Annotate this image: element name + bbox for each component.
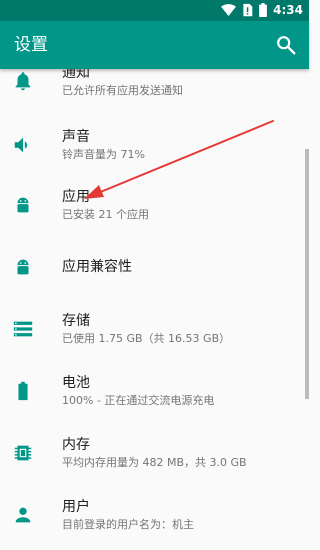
settings-item-title: 用户 bbox=[62, 499, 90, 515]
settings-item-battery[interactable]: 电池 100% - 正在通过交流电源充电 bbox=[0, 361, 309, 421]
settings-item-sound[interactable]: 声音 铃声音量为 71% bbox=[0, 115, 309, 175]
android-icon bbox=[17, 259, 29, 275]
battery-icon bbox=[18, 381, 28, 401]
settings-item-summary: 铃声音量为 71% bbox=[62, 148, 145, 161]
android-icon bbox=[17, 197, 29, 213]
no-sim-icon bbox=[243, 3, 253, 17]
settings-item-notifications[interactable]: 通知 已允许所有应用发送通知 bbox=[0, 69, 309, 111]
settings-list: 通知 已允许所有应用发送通知 声音 铃声音量为 71% 应用 已安装 21 个应… bbox=[0, 69, 309, 550]
settings-item-storage[interactable]: 存储 已使用 1.75 GB（共 16.53 GB） bbox=[0, 299, 309, 359]
settings-item-app-compat[interactable]: 应用兼容性 bbox=[0, 237, 309, 297]
storage-icon bbox=[13, 321, 33, 337]
person-icon bbox=[15, 507, 31, 523]
settings-item-title: 应用兼容性 bbox=[62, 259, 132, 275]
battery-icon bbox=[259, 3, 268, 17]
page-title: 设置 bbox=[14, 35, 48, 55]
settings-item-title: 通知 bbox=[62, 69, 90, 81]
clock: 4:34 bbox=[273, 3, 303, 17]
wifi-icon bbox=[221, 4, 237, 16]
scrollbar[interactable] bbox=[305, 149, 309, 399]
settings-item-title: 电池 bbox=[62, 375, 90, 391]
settings-item-title: 应用 bbox=[62, 189, 90, 205]
settings-item-title: 内存 bbox=[62, 437, 90, 453]
memory-icon bbox=[14, 445, 32, 461]
bell-icon bbox=[15, 72, 31, 91]
settings-item-apps[interactable]: 应用 已安装 21 个应用 bbox=[0, 175, 309, 235]
settings-item-memory[interactable]: 内存 平均内存用量为 482 MB，共 3.0 GB bbox=[0, 423, 309, 483]
volume-icon bbox=[14, 137, 28, 153]
status-bar: 4:34 bbox=[0, 0, 309, 21]
settings-item-summary: 目前登录的用户名为：机主 bbox=[62, 518, 194, 531]
settings-item-summary: 100% - 正在通过交流电源充电 bbox=[62, 394, 215, 407]
app-bar: 设置 bbox=[0, 21, 309, 69]
settings-item-summary: 已安装 21 个应用 bbox=[62, 208, 149, 221]
settings-item-summary: 已允许所有应用发送通知 bbox=[62, 84, 183, 97]
settings-item-summary: 平均内存用量为 482 MB，共 3.0 GB bbox=[62, 456, 247, 469]
settings-item-title: 存储 bbox=[62, 313, 90, 329]
settings-item-title: 声音 bbox=[62, 129, 90, 145]
search-icon[interactable] bbox=[275, 34, 297, 56]
settings-item-users[interactable]: 用户 目前登录的用户名为：机主 bbox=[0, 485, 309, 545]
settings-item-summary: 已使用 1.75 GB（共 16.53 GB） bbox=[62, 332, 231, 345]
